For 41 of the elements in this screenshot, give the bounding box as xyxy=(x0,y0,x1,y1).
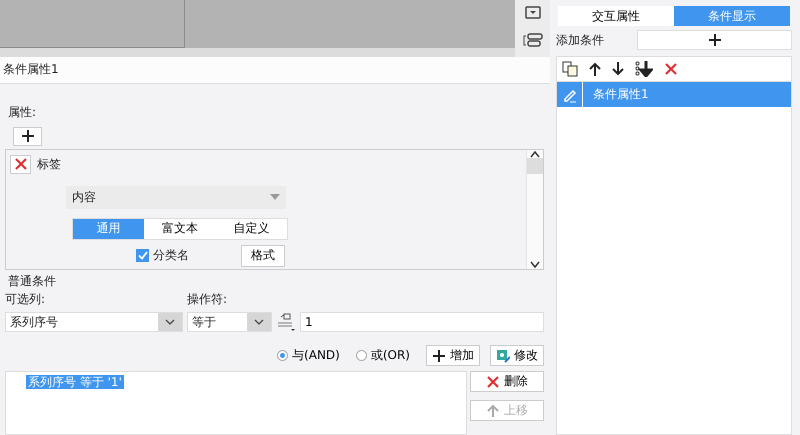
checkbox-label: 分类名 xyxy=(153,247,189,264)
editor-title: 条件属性1 xyxy=(3,61,59,78)
content-dropdown[interactable]: 内容 xyxy=(66,186,286,208)
scroll-thumb[interactable] xyxy=(527,158,543,174)
close-icon[interactable] xyxy=(664,62,678,76)
scrollbar[interactable] xyxy=(526,150,543,268)
caret-icon xyxy=(270,194,280,200)
plus-icon xyxy=(20,129,34,143)
column-dropdown[interactable]: 系列序号 xyxy=(5,312,183,332)
plus-icon xyxy=(432,348,446,362)
plus-icon xyxy=(708,33,722,47)
attribute-label: 标签 xyxy=(37,156,61,172)
chevron-up-icon xyxy=(530,150,540,158)
checkbox[interactable] xyxy=(136,249,149,262)
formula-type-icon[interactable] xyxy=(276,312,296,332)
remove-button[interactable] xyxy=(10,154,31,174)
add-button[interactable]: 增加 xyxy=(426,345,480,366)
format-button[interactable]: 格式 xyxy=(241,244,285,266)
arrow-up-icon[interactable] xyxy=(589,62,601,76)
field-label: 操作符: xyxy=(187,291,228,308)
copy-icon[interactable] xyxy=(562,61,578,77)
operator-dropdown[interactable]: 等于 xyxy=(187,312,272,332)
section-label: 属性: xyxy=(7,104,38,120)
tab[interactable]: 交互属性 xyxy=(558,6,674,26)
layout-icon[interactable] xyxy=(522,33,542,47)
section-label: 普通条件 xyxy=(7,273,57,290)
delete-button[interactable]: 删除 xyxy=(470,371,544,392)
radio-option[interactable]: 或(OR) xyxy=(356,347,410,364)
close-icon xyxy=(486,374,500,388)
add-button[interactable] xyxy=(13,126,42,146)
arrow-up-icon xyxy=(486,404,500,418)
arrow-down-icon[interactable] xyxy=(612,62,624,76)
field-label: 可选列: xyxy=(5,291,46,308)
radio-option[interactable]: 与(AND) xyxy=(277,347,340,364)
move-bottom-icon[interactable] xyxy=(635,61,653,77)
chevron-down-icon xyxy=(530,260,540,268)
edit-button[interactable]: 修改 xyxy=(490,345,544,366)
add-condition-label: 添加条件 xyxy=(556,32,604,48)
value-field[interactable]: 1 xyxy=(300,312,544,332)
close-icon xyxy=(14,157,28,171)
dropdown-box-icon[interactable] xyxy=(524,6,540,19)
